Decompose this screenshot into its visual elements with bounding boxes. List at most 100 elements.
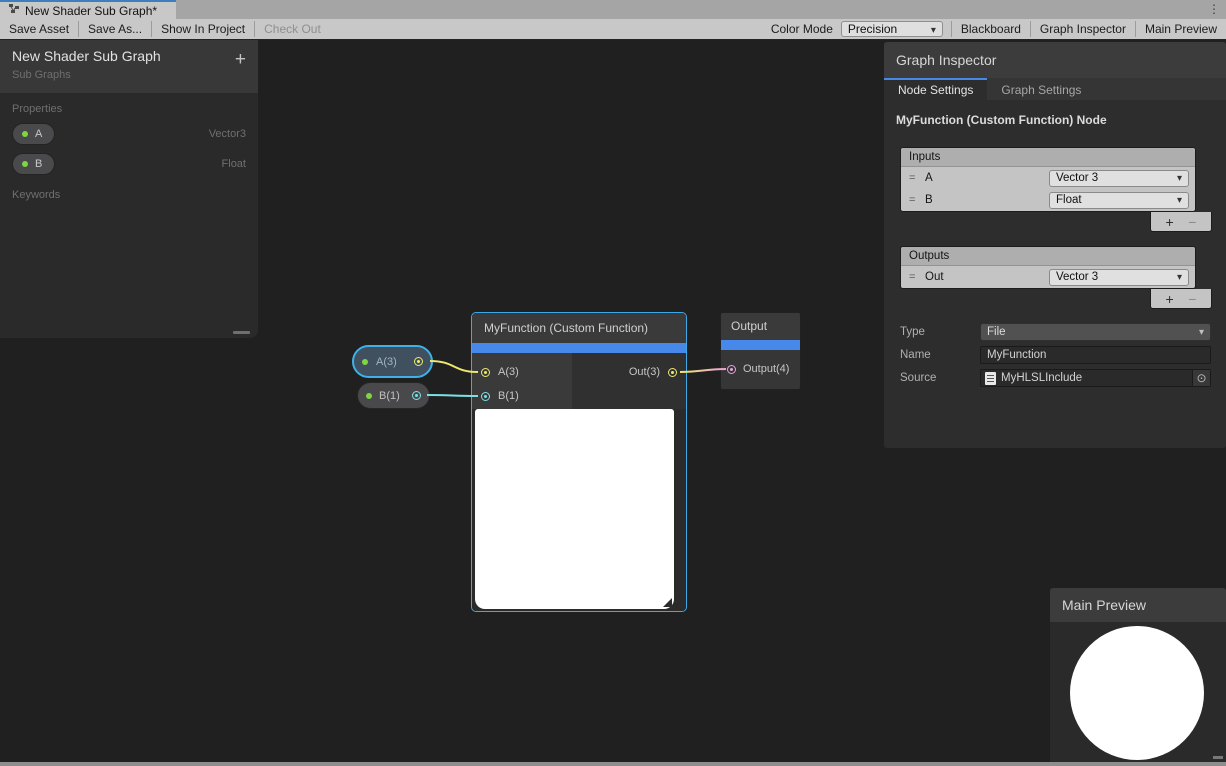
graph-inspector-panel: Graph Inspector Node Settings Graph Sett… [884,42,1226,448]
inputs-list: Inputs = A Vector 3 = B Float [900,147,1196,212]
property-pill-a[interactable]: A [12,123,55,145]
port-icon-vector3[interactable] [414,357,423,366]
input-name: B [925,194,933,206]
custom-function-node[interactable]: MyFunction (Custom Function) A(3) B(1) O… [471,312,687,612]
precision-color-bar [472,343,686,353]
input-port-row[interactable]: Output(4) [721,357,800,381]
file-icon [985,372,996,385]
preview-sphere [1070,626,1204,760]
port-icon-vector4[interactable] [727,365,736,374]
property-row: B Float [0,149,258,179]
input-port-label: A(3) [498,366,519,378]
drag-handle-icon[interactable]: = [909,172,925,184]
function-type-value: File [987,326,1006,338]
source-value: MyHLSLInclude [1001,372,1082,384]
node-title: Output [721,313,800,340]
blackboard-panel: New Shader Sub Graph Sub Graphs + Proper… [0,40,258,338]
property-green-dot-icon [22,161,28,167]
add-input-button[interactable]: + [1166,214,1174,230]
function-name-field[interactable]: MyFunction [980,346,1211,364]
outputs-list: Outputs = Out Vector 3 [900,246,1196,289]
source-label: Source [900,372,980,384]
input-type-dropdown[interactable]: Float [1049,192,1189,209]
input-port-label: Output(4) [743,363,789,375]
output-port-row[interactable]: Out(3) [572,360,686,384]
tab-graph-settings[interactable]: Graph Settings [987,78,1095,100]
main-preview-title: Main Preview [1050,588,1226,622]
add-property-button[interactable]: + [235,50,246,69]
node-ports: A(3) B(1) Out(3) [472,353,686,409]
output-type-value: Vector 3 [1056,271,1098,283]
properties-section-label: Properties [12,103,246,115]
inputs-list-header: Inputs [901,148,1195,167]
remove-output-button[interactable]: − [1188,291,1196,307]
property-node-a[interactable]: A(3) [352,345,433,378]
drag-handle-icon[interactable]: = [909,271,925,283]
input-name: A [925,172,933,184]
input-type-value: Float [1056,194,1082,206]
port-icon-float[interactable] [481,392,490,401]
blackboard-header[interactable]: New Shader Sub Graph Sub Graphs + [0,40,258,93]
chevron-down-icon [1199,326,1204,338]
list-row[interactable]: = B Float [901,189,1195,211]
node-output-column: Out(3) [572,353,686,409]
property-node-b[interactable]: B(1) [357,382,430,409]
outputs-list-footer: + − [1150,289,1212,309]
property-type: Float [222,158,246,170]
inspector-tabs: Node Settings Graph Settings [884,78,1226,100]
tab-node-settings[interactable]: Node Settings [884,78,987,100]
name-label: Name [900,349,980,361]
function-name-value: MyFunction [987,349,1046,361]
main-preview-panel: Main Preview [1050,588,1226,762]
drag-handle-icon[interactable]: = [909,194,925,206]
remove-input-button[interactable]: − [1188,214,1196,230]
blackboard-subtitle: Sub Graphs [12,69,246,81]
node-preview-area [472,409,686,612]
input-type-dropdown[interactable]: Vector 3 [1049,170,1189,187]
property-pill-b[interactable]: B [12,153,55,175]
shader-graph-window: New Shader Sub Graph* ⋮ Save Asset Save … [0,0,1226,766]
function-type-dropdown[interactable]: File [980,323,1211,341]
input-type-value: Vector 3 [1056,172,1098,184]
source-object-field[interactable]: MyHLSLInclude [980,369,1211,387]
keywords-section-label: Keywords [12,189,246,201]
port-icon-vector3[interactable] [668,368,677,377]
property-green-dot-icon [362,359,368,365]
property-name: B [35,158,42,170]
window-bottom-edge [0,762,1226,766]
property-green-dot-icon [22,131,28,137]
field-row: Source MyHLSLInclude [900,369,1211,387]
type-label: Type [900,326,980,338]
input-port-row[interactable]: A(3) [472,360,572,384]
port-icon-vector3[interactable] [481,368,490,377]
node-preview-image [475,409,674,609]
property-node-label: A(3) [376,356,397,368]
output-port-label: Out(3) [629,366,660,378]
property-type: Vector3 [209,128,246,140]
output-node[interactable]: Output Output(4) [720,312,801,390]
graph-inspector-title: Graph Inspector [884,42,1226,78]
output-name: Out [925,271,944,283]
outputs-list-header: Outputs [901,247,1195,266]
preview-collapse-chevron-icon[interactable] [663,598,672,607]
port-icon-float[interactable] [412,391,421,400]
output-type-dropdown[interactable]: Vector 3 [1049,269,1189,286]
property-green-dot-icon [366,393,372,399]
add-output-button[interactable]: + [1166,291,1174,307]
property-name: A [35,128,42,140]
blackboard-resize-handle[interactable] [233,331,250,334]
list-row[interactable]: = Out Vector 3 [901,266,1195,288]
node-input-column: A(3) B(1) [472,353,572,409]
input-port-row[interactable]: B(1) [472,384,572,408]
main-preview-body[interactable] [1050,622,1226,762]
node-settings-heading: MyFunction (Custom Function) Node [884,100,1226,133]
blackboard-title: New Shader Sub Graph [12,48,246,64]
property-node-label: B(1) [379,390,400,402]
node-title: MyFunction (Custom Function) [472,313,686,343]
field-row: Name MyFunction [900,346,1211,364]
object-picker-icon[interactable] [1192,370,1210,386]
precision-color-bar [721,340,800,350]
main-preview-resize-handle[interactable] [1213,756,1223,759]
chevron-down-icon [1177,194,1182,206]
list-row[interactable]: = A Vector 3 [901,167,1195,189]
